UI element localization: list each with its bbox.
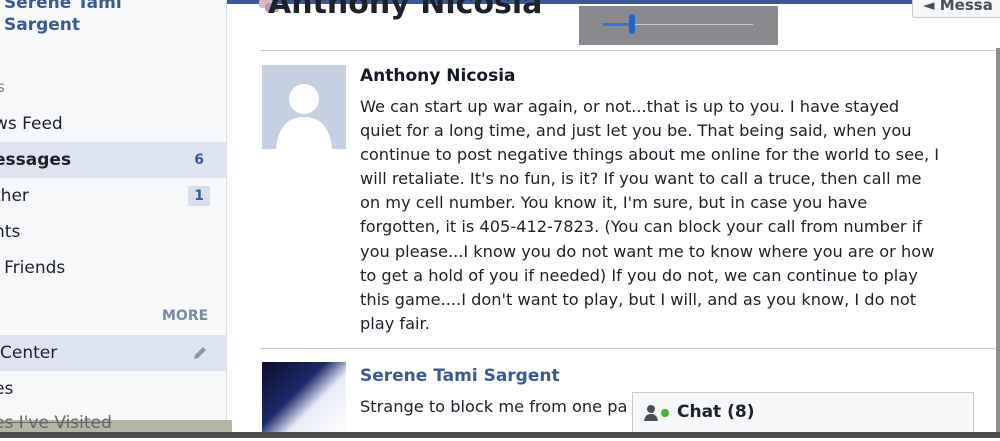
sidebar-item-label: ther [0,186,29,206]
message-line: to get a hold of you if needed) If you d… [360,265,918,285]
zoom-slider-overlay[interactable] [579,6,778,45]
message-body: We can start up war again, or not...that… [360,95,972,336]
sidebar-item-other[interactable]: ther 1 [0,178,226,214]
slider-fill [603,23,631,26]
sidebar-item-label: essages [0,150,72,170]
window-edge [996,48,1000,438]
left-sidebar: Serene Tami Sargent s ws Feed essages 6 … [0,0,232,438]
message-line: play fair. [360,313,430,333]
sidebar-item-events[interactable]: nts [0,214,226,250]
messages-count-badge: 6 [194,152,204,168]
message-line: on my cell number. You know it, I'm sure… [360,193,868,213]
avatar[interactable] [262,65,346,149]
message-line: We can start up war again, or not...that… [360,97,900,116]
message-line: quiet for a long time, and just let you … [360,121,912,141]
sidebar-item-label: l Friends [0,258,66,278]
more-link[interactable]: MORE [162,308,208,324]
bottom-status-bar [0,432,1000,438]
message-line: you please...I know you do not want me t… [360,241,935,261]
chat-online-icon [644,405,669,421]
slider-thumb[interactable] [629,14,635,34]
sidebar-item-label: nts [0,222,21,242]
conversation-title: Anthony Nicosia [268,0,543,21]
sidebar-item-label: ws Feed [0,114,63,134]
message-author[interactable]: Serene Tami Sargent [360,366,560,386]
default-avatar-icon [276,84,332,149]
sidebar-item-pages[interactable]: es [0,371,226,407]
sidebar-item-news-feed[interactable]: ws Feed [0,106,226,142]
message-author[interactable]: Anthony Nicosia [360,66,516,86]
sidebar-item-center[interactable]: Center [0,335,226,371]
avatar[interactable] [262,362,346,438]
profile-name-link[interactable]: Serene Tami Sargent [4,0,204,36]
sidebar-item-label: Center [0,343,58,363]
sidebar-item-label: es [0,379,14,399]
new-message-button[interactable]: ◄ Messa [912,0,1000,18]
message-line: will retaliate. It's no fun, is it? If y… [360,169,922,189]
chat-label: Chat (8) [677,402,755,422]
sidebar-section-header: s [0,78,5,96]
message-line: forgotten, it is 405-412-7823. (You can … [360,217,922,237]
header-divider [260,50,996,51]
message-line: this game....I don't want to play, but I… [360,289,917,309]
sidebar-item-find-friends[interactable]: l Friends [0,250,226,286]
message-line: continue to post negative things about m… [360,145,940,165]
pencil-icon[interactable] [192,345,208,361]
other-count-badge: 1 [188,186,210,206]
sidebar-item-messages[interactable]: essages 6 [0,142,226,178]
message-divider [260,348,996,349]
